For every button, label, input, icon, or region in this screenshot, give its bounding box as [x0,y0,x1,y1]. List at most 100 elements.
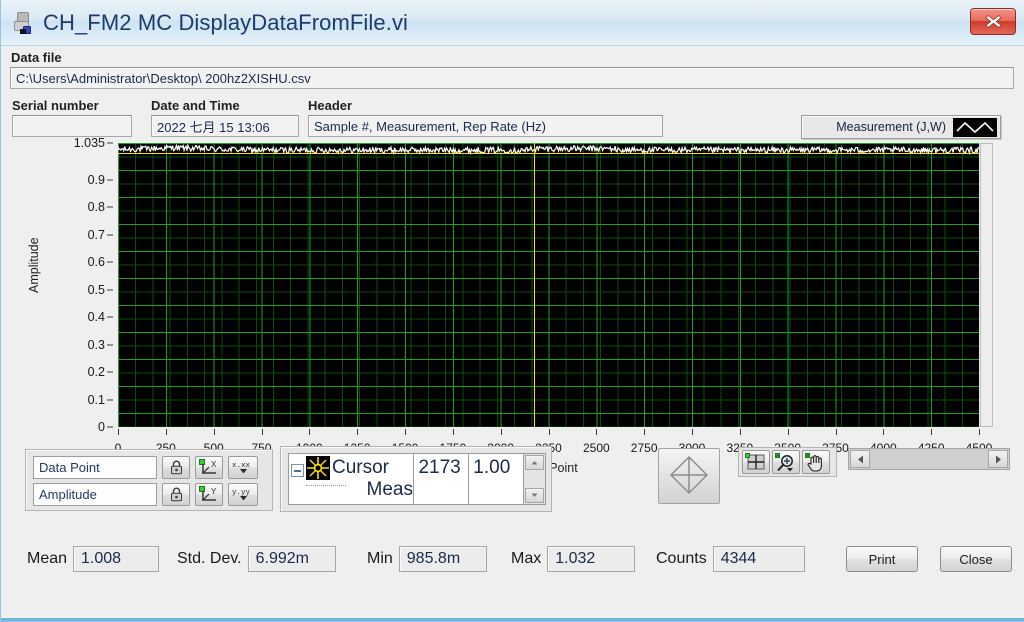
data-file-label: Data file [11,50,62,65]
y-scale-row: Amplitude Y y.yy [33,483,258,506]
y-scale-lock-icon[interactable] [162,483,190,506]
graph-horizontal-scrollbar[interactable] [848,448,1010,470]
cursor-name-column: Cursor Meas [289,454,413,504]
close-icon [984,15,1002,28]
close-window-button[interactable] [970,8,1016,35]
y-autoscale-icon[interactable]: Y [195,483,223,506]
window-title: CH_FM2 MC DisplayDataFromFile.vi [43,10,409,35]
x-scale-lock-icon[interactable] [162,456,190,479]
cursor-horizontal-line[interactable] [118,152,979,154]
y-tick-label: 0.8 [87,200,105,215]
plot-legend-label: Measurement (J,W) [836,120,946,134]
statistics-bar: Mean 1.008 Std. Dev. 6.992m Min 985.8m M… [1,516,1024,621]
std-dev-stat: Std. Dev. 6.992m [177,546,336,572]
cursor-vertical-line[interactable] [533,143,535,427]
cursor-scroll-up-button[interactable] [525,455,544,470]
min-label: Min [367,550,393,567]
plot-area[interactable] [118,143,979,427]
zoom-tool[interactable] [772,450,800,474]
pan-tool[interactable] [802,450,830,474]
x-tick-mark [692,429,693,435]
cursor-legend-scrollbar[interactable] [523,454,545,504]
window-bottom-edge [1,618,1024,621]
chevron-left-icon [857,455,863,463]
mean-label: Mean [27,550,68,567]
y-tick-mark [107,206,113,208]
y-axis: 0 0.1 0.2 0.3 0.4 0.5 0.6 0.7 0.8 0.9 1.035 [15,136,115,445]
cursor-y-value[interactable]: 1.00 [468,454,523,504]
cursor-crosshair-icon[interactable] [306,456,330,480]
x-tick-mark [835,429,837,435]
waveform-graph[interactable]: Amplitude 0 0.1 0.2 0.3 0.4 0.5 0.6 0.7 0.8 0.9 1.… [15,136,1011,475]
x-tick-mark [596,429,598,435]
tool-active-led [745,453,750,458]
x-tick-mark [931,429,933,435]
x-tick-mark [261,429,263,435]
cursor-expander-icon[interactable] [291,463,304,477]
y-tick-label: 0.3 [87,337,105,352]
title-bar: CH_FM2 MC DisplayDataFromFile.vi [1,0,1024,46]
autoscale-x-icon: X [199,459,217,474]
x-tick-mark [787,429,789,435]
cursor-legend[interactable]: Cursor Meas 2173 1.00 [280,446,552,512]
y-format-icon[interactable]: y.yy [228,483,258,506]
application-window: CH_FM2 MC DisplayDataFromFile.vi Data fi… [0,0,1024,622]
y-tick-mark [107,316,113,318]
chevron-up-icon [531,461,538,465]
mean-stat: Mean 1.008 [27,546,160,572]
measurement-trace [118,143,979,156]
x-scale-name[interactable]: Data Point [33,456,157,479]
scroll-left-button[interactable] [850,450,870,468]
graph-palette[interactable] [738,447,837,477]
x-tick-mark [213,429,215,435]
cursor-plot-name: Meas [366,479,413,500]
x-format-icon: x.xx [232,462,251,474]
date-and-time-label: Date and Time [151,98,240,113]
y-tick-label: 0.2 [87,365,105,380]
y-scale-name[interactable]: Amplitude [33,483,157,506]
x-tick-mark [739,429,741,435]
min-value: 985.8m [398,546,487,572]
std-dev-label: Std. Dev. [177,550,242,567]
close-button-bottom[interactable]: Close [940,546,1012,572]
x-autoscale-icon[interactable]: X [195,456,223,479]
y-tick-label: 0.7 [87,227,105,242]
date-and-time-field[interactable]: 2022 七月 15 13:06 [151,115,299,137]
plot-legend[interactable]: Measurement (J,W) [801,115,1001,139]
x-tick-mark [309,429,311,435]
cursor-move-pad[interactable] [658,448,720,504]
plot-legend-swatch[interactable] [953,117,997,137]
y-tick-label: 1.035 [73,136,105,150]
max-stat: Max 1.032 [511,546,636,572]
x-tick-label: 2500 [582,441,610,455]
autoscale-y-icon: Y [199,486,217,501]
y-tick-mark [107,371,113,373]
x-tick-label: 2750 [630,441,658,455]
serial-number-field[interactable] [12,115,132,137]
header-field[interactable]: Sample #, Measurement, Rep Rate (Hz) [308,115,663,137]
y-tick-mark [107,234,113,236]
crosshair-cursor-tool[interactable] [742,450,770,474]
serial-number-label: Serial number [12,98,99,113]
x-format-icon[interactable]: x.xx [228,456,258,479]
chevron-down-icon [531,493,538,497]
y-tick-label: 0 [98,420,105,434]
svg-text:x.xx: x.xx [232,462,251,470]
cursor-x-value[interactable]: 2173 [413,454,468,504]
x-tick-mark [500,429,502,435]
x-tick-mark [644,429,646,435]
std-dev-value: 6.992m [247,546,336,572]
graph-vertical-scrollbar[interactable] [980,143,993,427]
counts-label: Counts [656,550,707,567]
cursor-scroll-down-button[interactable] [525,488,544,503]
y-tick-mark [107,426,113,428]
y-tick-mark [107,179,113,181]
data-file-path-field[interactable]: C:\Users\Administrator\Desktop\ 200hz2XI… [10,67,1014,89]
scroll-right-button[interactable] [988,450,1008,468]
print-button[interactable]: Print [846,546,918,572]
y-tick-mark [107,289,113,291]
x-tick-mark [452,429,454,435]
y-tick-label: 0.4 [87,310,105,325]
max-label: Max [511,550,542,567]
y-tick-mark [107,344,113,346]
